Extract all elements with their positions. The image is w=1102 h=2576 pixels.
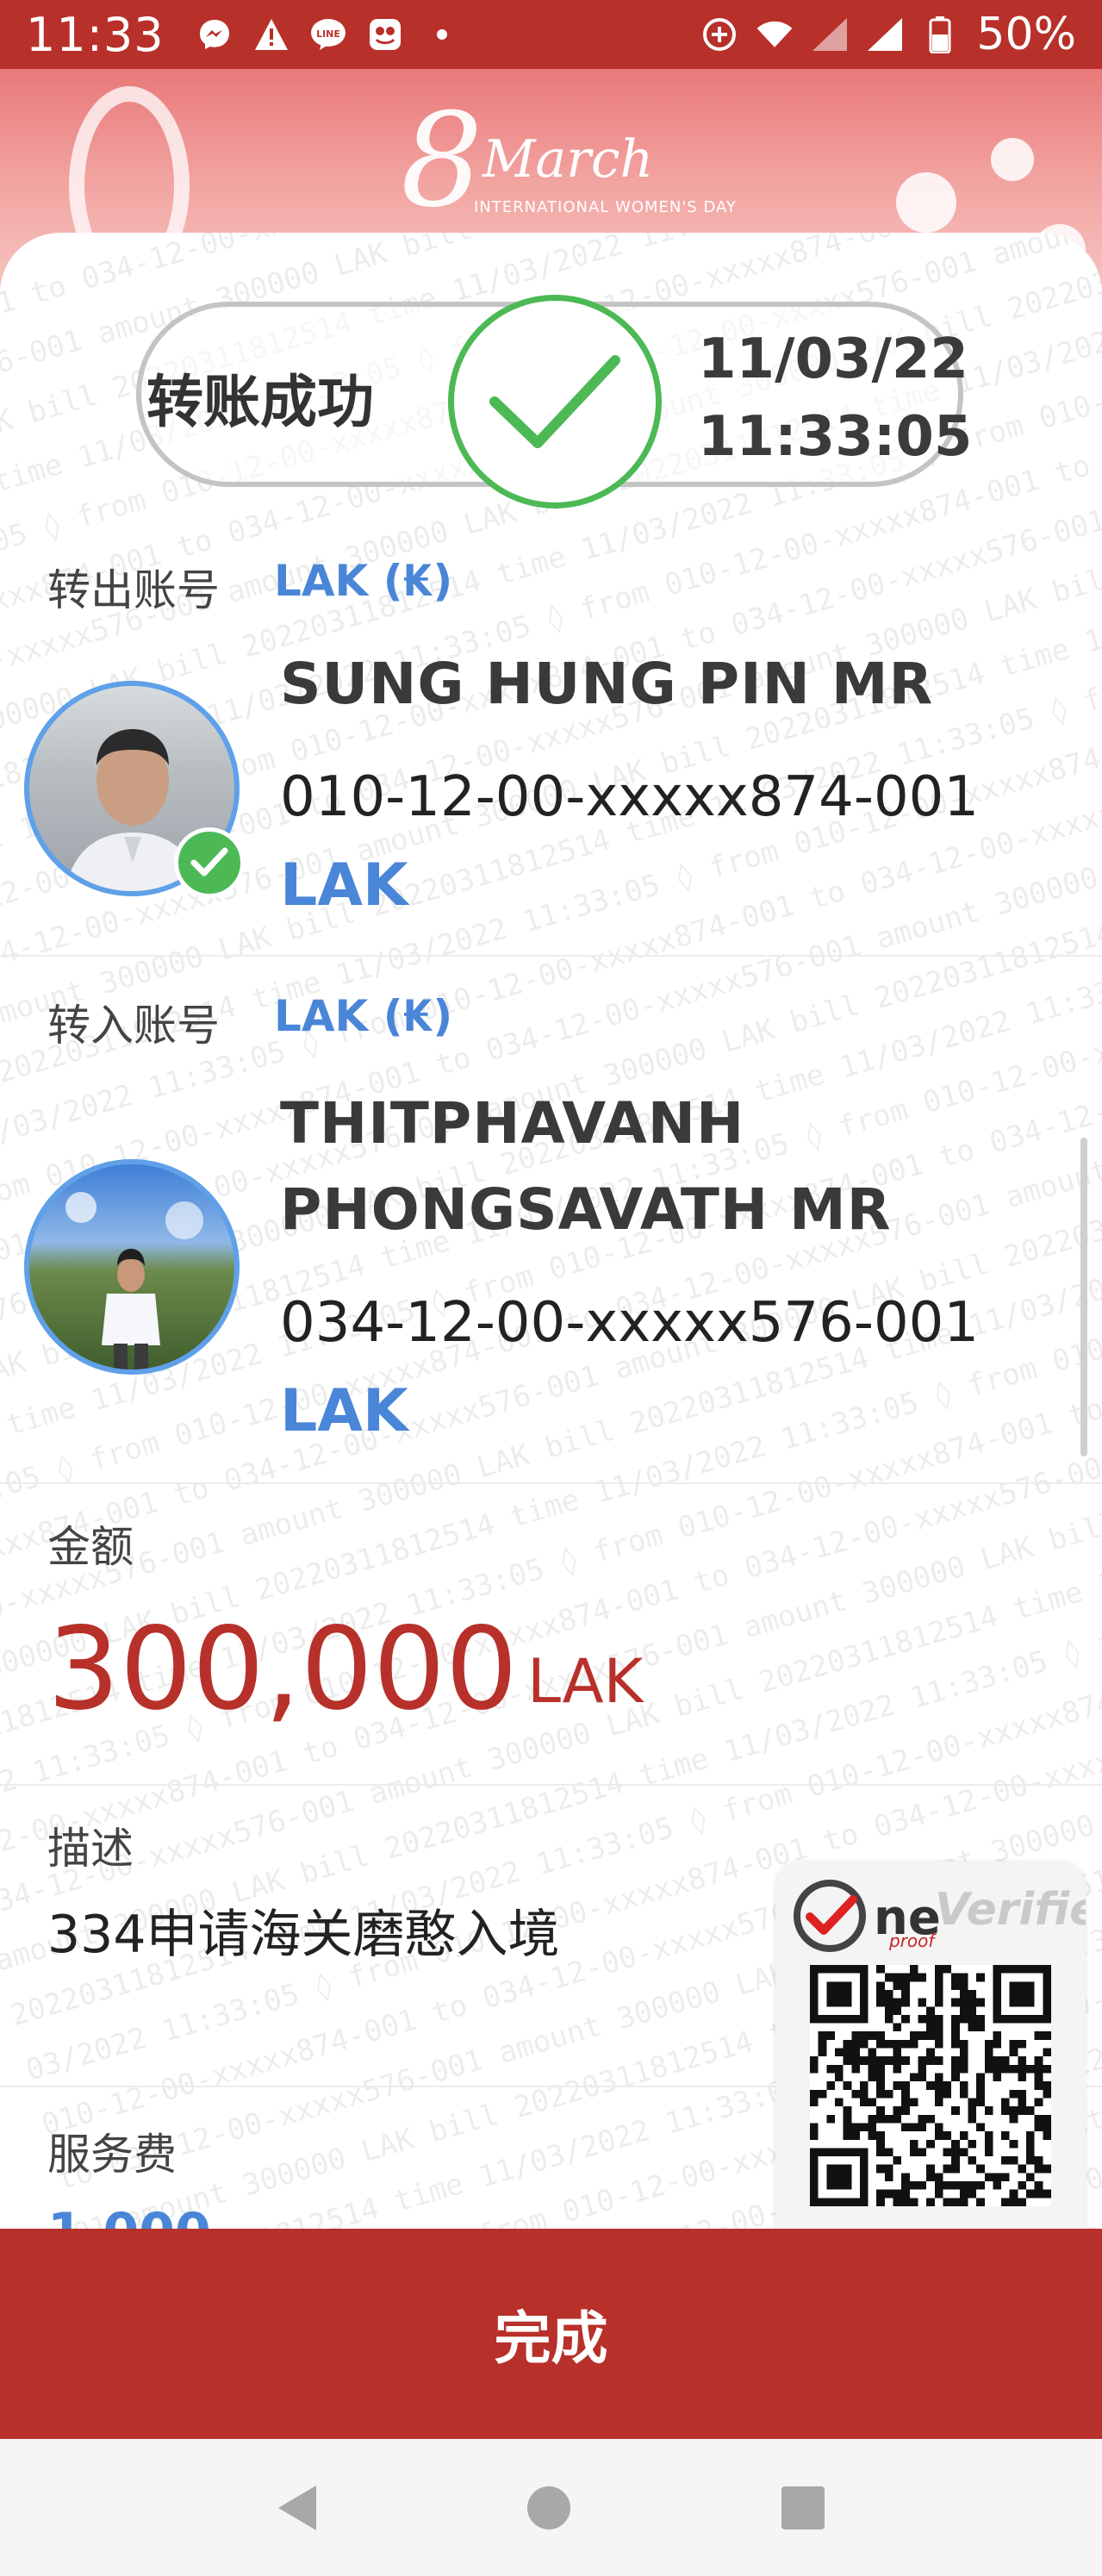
scrollbar[interactable]: [1080, 1138, 1087, 1456]
battery-percent: 50%: [976, 9, 1076, 60]
app-icon: [366, 16, 404, 53]
signal-icon: [811, 16, 849, 53]
done-button[interactable]: 完成: [0, 2229, 1102, 2439]
to-avatar: [24, 1159, 240, 1375]
divider: [0, 1482, 1102, 1484]
fee-value: 1,000: [47, 2202, 211, 2232]
wifi-icon: [756, 16, 794, 53]
status-bar: 11:33 LINE 50%: [0, 0, 1102, 69]
to-account-label: 转入账号: [47, 1001, 220, 1051]
to-currency-tag: LAK (₭): [274, 991, 453, 1041]
status-title: 转账成功: [146, 369, 374, 435]
amount-value: 300,000: [47, 1603, 518, 1736]
banner-number: 8: [401, 86, 483, 236]
navigation-bar: [0, 2439, 1102, 2576]
description-label: 描述: [47, 1824, 134, 1874]
back-icon[interactable]: [277, 2485, 316, 2530]
fee-label: 服务费: [47, 2130, 177, 2180]
from-account-label: 转出账号: [47, 565, 220, 615]
status-time-value: 11:33:05: [698, 405, 973, 469]
banner-subtitle: INTERNATIONAL WOMEN'S DAY: [474, 198, 737, 216]
to-account-number: 034-12-00-xxxxx576-001: [280, 1291, 980, 1355]
banner-month: March: [483, 129, 654, 190]
verified-check-icon: [174, 827, 245, 898]
status-date: 11/03/22: [698, 327, 968, 391]
divider: [0, 1784, 1102, 1786]
data-saver-icon: [700, 16, 738, 53]
oneproof-proof: proof: [889, 1930, 935, 1951]
amount-label: 金额: [47, 1522, 134, 1572]
from-currency-tag: LAK (₭): [274, 556, 453, 606]
signal-r-icon: [866, 16, 904, 53]
from-account-number: 010-12-00-xxxxx874-001: [280, 765, 980, 829]
flower-decoration: [991, 138, 1034, 181]
success-check-icon: [448, 295, 662, 508]
dot-icon: [423, 16, 461, 53]
to-name-line1: THITPHAVANH: [280, 1090, 745, 1157]
to-currency: LAK: [280, 1377, 408, 1445]
oneproof-badge[interactable]: ne proof Verified: [775, 1862, 1086, 2241]
oneproof-verified: Verified: [935, 1884, 1086, 1936]
qr-code[interactable]: [810, 1965, 1051, 2206]
line-icon: LINE: [309, 16, 347, 53]
svg-text:LINE: LINE: [316, 28, 340, 40]
divider: [0, 955, 1102, 957]
oneproof-check-icon: [791, 1877, 869, 1958]
home-icon[interactable]: [526, 2486, 570, 2529]
flower-decoration: [896, 172, 956, 233]
warning-icon: [252, 16, 290, 53]
from-currency: LAK: [280, 851, 408, 920]
battery-icon: [921, 16, 959, 53]
description-text: 334申请海关磨憨入境: [47, 1905, 560, 1965]
to-name-line2: PHONGSAVATH MR: [280, 1176, 892, 1243]
amount-currency: LAK: [527, 1646, 644, 1717]
from-name: SUNG HUNG PIN MR: [280, 651, 934, 717]
messenger-icon: [196, 16, 233, 53]
recent-apps-icon[interactable]: [781, 2486, 825, 2529]
status-time: 11:33: [26, 7, 165, 62]
